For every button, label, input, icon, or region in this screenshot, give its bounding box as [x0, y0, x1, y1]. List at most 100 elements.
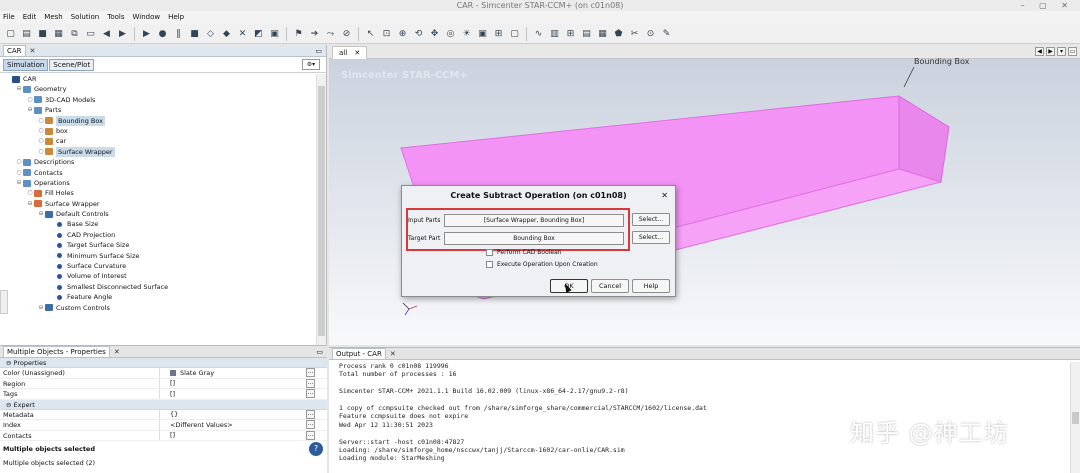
save-as-icon[interactable]: ▦ — [52, 27, 65, 40]
scrollbar-thumb[interactable] — [318, 86, 325, 336]
copy-icon[interactable]: ⧉ — [68, 27, 81, 40]
pause-icon[interactable]: ‖ — [172, 27, 185, 40]
tree-scrollbar[interactable] — [316, 74, 326, 360]
input-parts-field[interactable]: [Surface Wrapper, Bounding Box] — [444, 213, 624, 227]
cad-boolean-checkbox[interactable] — [486, 249, 493, 256]
tree-item[interactable]: Volume of Interest — [0, 271, 316, 281]
undo-icon[interactable]: ◀ — [100, 27, 113, 40]
execute-on-creation-option[interactable]: Execute Operation Upon Creation — [486, 261, 598, 268]
property-row[interactable]: Metadata{}… — [0, 409, 327, 420]
property-value[interactable]: []… — [160, 430, 327, 441]
redo-icon[interactable]: ▶ — [116, 27, 129, 40]
tree-item[interactable]: CAR — [0, 74, 316, 84]
tab-all[interactable]: all ✕ — [332, 46, 368, 59]
property-value[interactable]: {}… — [160, 409, 327, 420]
new-file-icon[interactable]: ▢ — [4, 27, 17, 40]
cut-icon[interactable]: ✂ — [628, 27, 641, 40]
tree-item[interactable]: Surface Curvature — [0, 261, 316, 271]
menu-mesh[interactable]: Mesh — [44, 11, 62, 24]
tab-properties[interactable]: Multiple Objects - Properties — [3, 346, 110, 357]
mesh-clear-icon[interactable]: ✕ — [236, 27, 249, 40]
tree-item[interactable]: ⊖ Parts — [0, 105, 316, 115]
expand-toggle-icon[interactable]: ○ — [26, 188, 34, 198]
scroll-right-icon[interactable]: ▶ — [1046, 47, 1055, 56]
probe-icon[interactable]: ⊙ — [644, 27, 657, 40]
expand-toggle-icon[interactable]: ○ — [37, 126, 45, 136]
flag-icon[interactable]: ⚑ — [292, 27, 305, 40]
property-row[interactable]: Color (Unassigned) Slate Gray… — [0, 368, 327, 379]
property-value[interactable]: []… — [160, 378, 327, 389]
expand-toggle-icon[interactable]: ○ — [15, 168, 23, 178]
camera-icon[interactable]: ▣ — [476, 27, 489, 40]
tree-item[interactable]: ○ Descriptions — [0, 157, 316, 167]
report-icon[interactable]: ▤ — [580, 27, 593, 40]
tree-item[interactable]: Base Size — [0, 219, 316, 229]
menu-tools[interactable]: Tools — [107, 11, 124, 24]
window-controls[interactable]: – ▢ ✕ — [1021, 0, 1074, 11]
close-icon[interactable]: ✕ — [354, 49, 360, 57]
expand-toggle-icon[interactable]: ○ — [37, 147, 45, 157]
close-icon[interactable]: ✕ — [114, 348, 120, 356]
expand-toggle-icon[interactable]: ⊖ — [15, 178, 23, 188]
expand-toggle-icon[interactable]: ⊖ — [26, 105, 34, 115]
tree-options-icon[interactable]: ⚙▾ — [302, 59, 320, 70]
execute-on-creation-checkbox[interactable] — [486, 261, 493, 268]
property-row[interactable]: Region[]… — [0, 378, 327, 389]
cancel-button[interactable]: Cancel — [591, 279, 629, 293]
record-icon[interactable]: ● — [156, 27, 169, 40]
light-icon[interactable]: ☀ — [460, 27, 473, 40]
menu-window[interactable]: Window — [133, 11, 161, 24]
expand-toggle-icon[interactable]: ○ — [15, 157, 23, 167]
property-section[interactable]: ⊖ Properties — [0, 358, 327, 368]
tree-item[interactable]: Target Surface Size — [0, 240, 316, 250]
tree-item[interactable]: ⊖ Operations — [0, 178, 316, 188]
tree-item[interactable]: ⊖ Custom Controls — [0, 303, 316, 313]
list-tabs-icon[interactable]: ▾ — [1057, 47, 1066, 56]
minimize-icon[interactable]: ▭ — [316, 348, 323, 356]
expand-toggle-icon[interactable]: ○ — [26, 95, 34, 105]
monitor-icon[interactable]: ▥ — [548, 27, 561, 40]
tree-item[interactable]: ○ 3D-CAD Models — [0, 95, 316, 105]
edit-value-button[interactable]: … — [306, 389, 315, 399]
step-icon[interactable]: ⤳ — [324, 27, 337, 40]
tree-item[interactable]: ⊖ Surface Wrapper — [0, 199, 316, 209]
select-icon[interactable]: ▢ — [508, 27, 521, 40]
tree-item[interactable]: ○ Fill Holes — [0, 188, 316, 198]
tree-item[interactable]: ○ box — [0, 126, 316, 136]
tree-item[interactable]: ○ Contacts — [0, 168, 316, 178]
input-parts-select-button[interactable]: Select... — [632, 213, 670, 226]
edit-value-button[interactable]: … — [306, 378, 315, 388]
zoom-icon[interactable]: ⊕ — [396, 27, 409, 40]
stop-run-icon[interactable]: ⊘ — [340, 27, 353, 40]
scrollbar-thumb[interactable] — [1072, 412, 1079, 424]
target-part-select-button[interactable]: Select... — [632, 231, 670, 244]
paste-icon[interactable]: ▭ — [84, 27, 97, 40]
minimize-icon[interactable]: ▭ — [315, 47, 322, 55]
tab-car[interactable]: CAR — [3, 45, 26, 56]
run-icon[interactable]: ➔ — [308, 27, 321, 40]
maximize-icon[interactable]: ▭ — [1068, 47, 1077, 56]
expand-toggle-icon[interactable]: ⊖ — [15, 84, 23, 94]
open-file-icon[interactable]: ▤ — [20, 27, 33, 40]
property-row[interactable]: Tags[]… — [0, 389, 327, 400]
edit-value-button[interactable]: … — [306, 409, 315, 419]
zoom-fit-icon[interactable]: ⊡ — [380, 27, 393, 40]
edit-value-button[interactable]: … — [306, 368, 315, 378]
tree-item[interactable]: Smallest Disconnected Surface — [0, 282, 316, 292]
edit-value-button[interactable]: … — [306, 430, 315, 440]
scroll-left-icon[interactable]: ◀ — [1035, 47, 1044, 56]
tab-scene-plot[interactable]: Scene/Plot — [49, 58, 95, 71]
scene-icon[interactable]: ⬟ — [612, 27, 625, 40]
expand-toggle-icon[interactable]: ⊖ — [37, 303, 45, 313]
property-section[interactable]: ⊖ Expert — [0, 399, 327, 410]
expand-toggle-icon[interactable]: ○ — [37, 136, 45, 146]
property-row[interactable]: Contacts[]… — [0, 430, 327, 441]
menu-file[interactable]: File — [3, 11, 15, 24]
tree-item[interactable]: CAD Projection — [0, 230, 316, 240]
help-icon[interactable]: ? — [309, 442, 323, 456]
tab-simulation[interactable]: Simulation — [3, 58, 49, 71]
tab-output-car[interactable]: Output - CAR — [332, 348, 386, 359]
expand-toggle-icon[interactable]: ⊖ — [37, 209, 45, 219]
target-part-field[interactable]: Bounding Box — [444, 231, 624, 245]
property-row[interactable]: Index <Different Values>… — [0, 420, 327, 431]
